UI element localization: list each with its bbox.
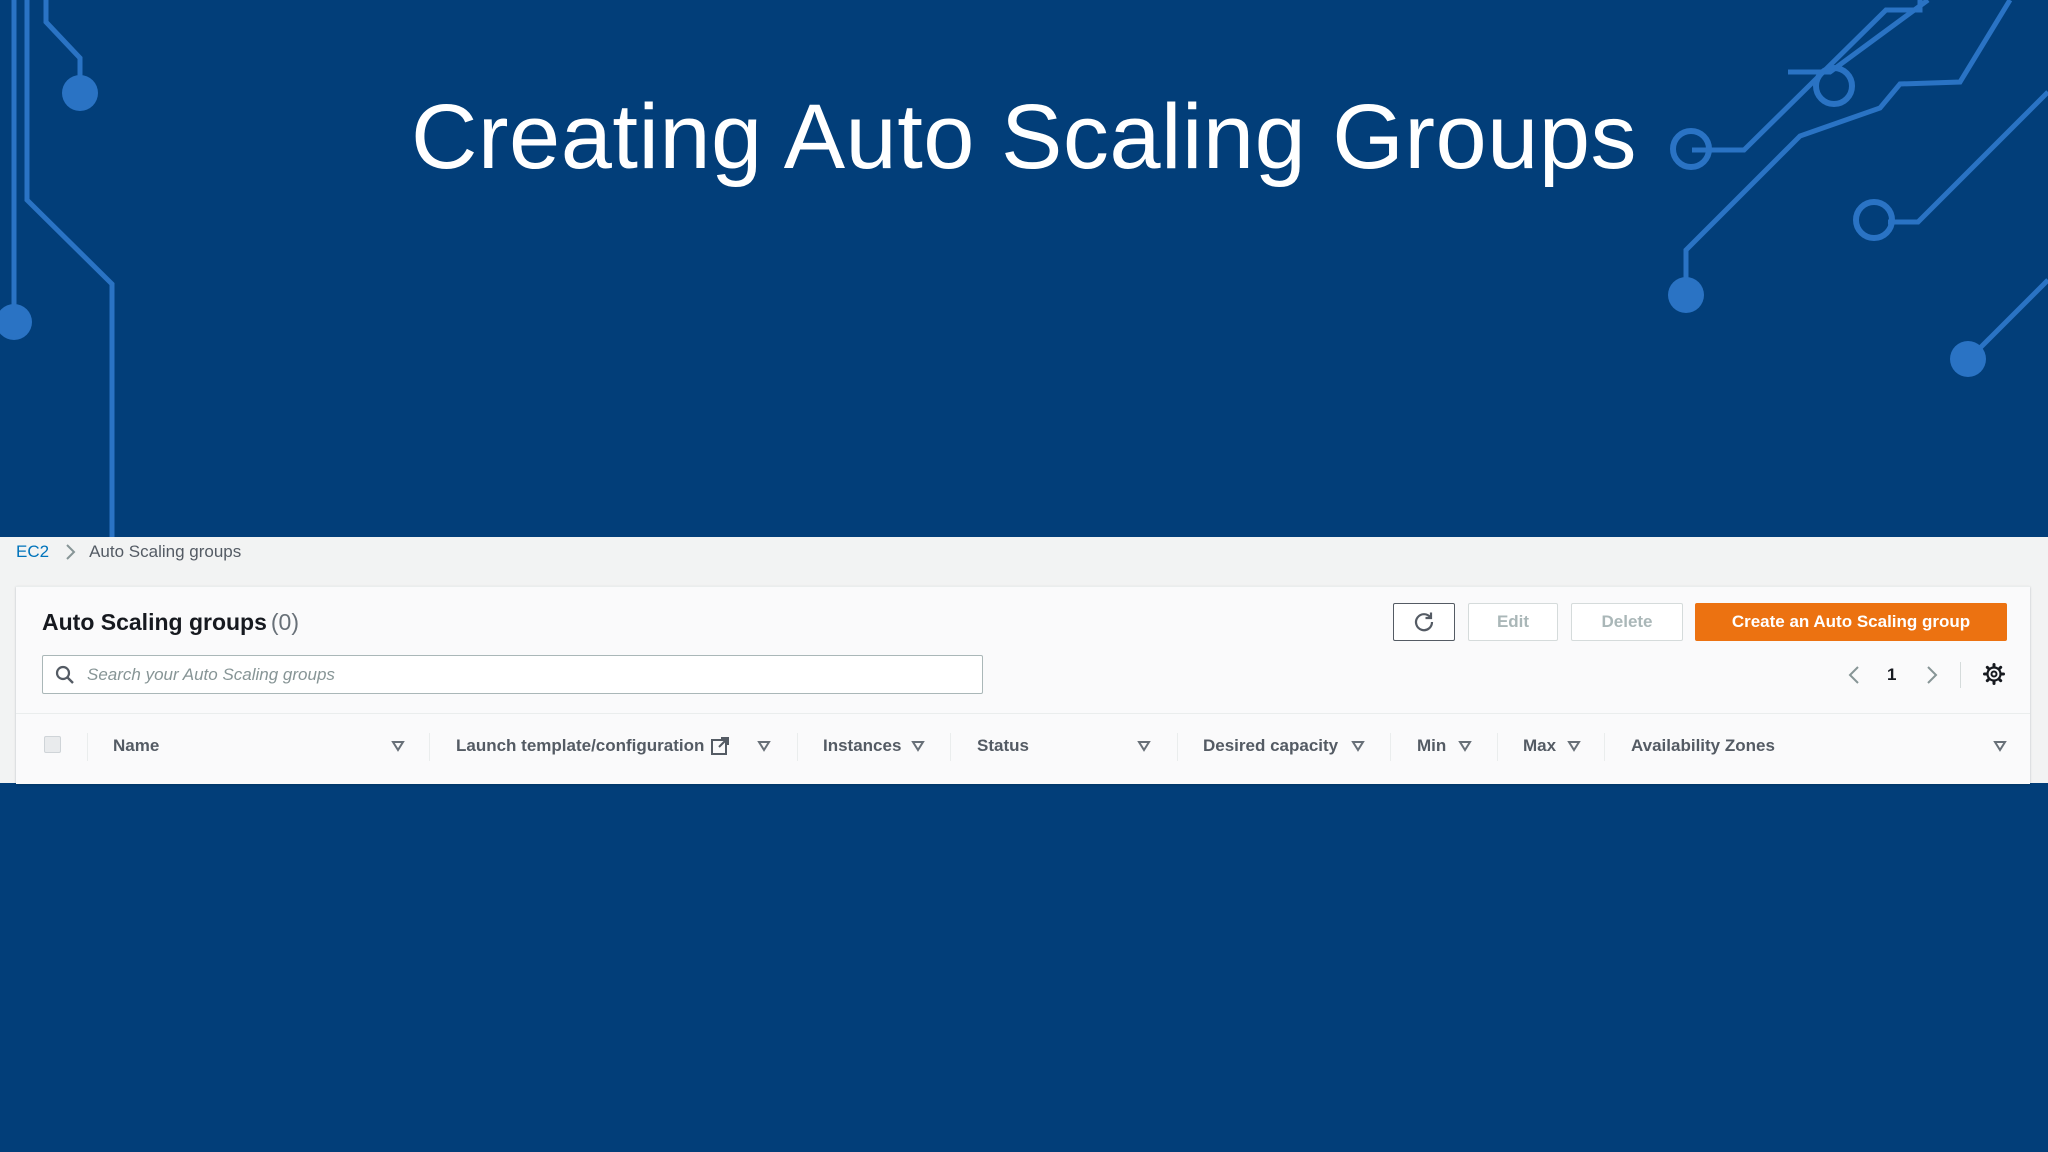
column-divider [1177,733,1178,761]
column-divider [87,733,88,761]
breadcrumb: EC2 Auto Scaling groups [16,542,241,562]
column-label: Status [977,736,1029,755]
gear-icon [1982,662,2006,686]
breadcrumb-link-ec2[interactable]: EC2 [16,542,49,562]
page-number[interactable]: 1 [1887,660,1896,690]
column-label: Max [1523,736,1557,755]
previous-page-button[interactable] [1847,660,1861,690]
column-header-availability-zones[interactable]: Availability Zones [1631,733,2011,759]
column-label: Name [113,736,160,755]
column-divider [1390,733,1391,761]
column-divider [429,733,430,761]
sort-caret-icon [1993,740,2007,752]
groups-count: (0) [270,609,300,635]
panel-title-text: Auto Scaling groups [42,609,267,635]
sort-caret-icon [1567,740,1581,752]
slide-title: Creating Auto Scaling Groups [410,86,1638,188]
sort-caret-icon [1458,740,1472,752]
chevron-right-icon [65,543,77,561]
delete-button[interactable]: Delete [1571,603,1683,641]
chevron-right-icon [1925,664,1939,686]
pagination-divider [1960,662,1961,688]
column-divider [1497,733,1498,761]
create-auto-scaling-group-button[interactable]: Create an Auto Scaling group [1695,603,2007,641]
refresh-button[interactable] [1393,603,1455,641]
column-divider [797,733,798,761]
column-divider [1604,733,1605,761]
sort-caret-icon [391,740,405,752]
column-header-max[interactable]: Max [1523,733,1583,759]
column-header-desired-capacity[interactable]: Desired capacity [1203,733,1373,759]
breadcrumb-current: Auto Scaling groups [89,542,242,561]
edit-button[interactable]: Edit [1468,603,1558,641]
select-all-checkbox[interactable] [44,736,61,753]
refresh-icon [1413,611,1435,633]
column-header-launch-template[interactable]: Launch template/configuration [456,733,776,759]
column-label: Instances [823,736,902,755]
table-settings-button[interactable] [1982,662,2006,686]
search-field [42,655,983,694]
column-header-name[interactable]: Name [113,733,405,759]
sort-caret-icon [757,740,771,752]
column-header-status[interactable]: Status [977,733,1157,759]
panel-title: Auto Scaling groups (0) [42,609,299,636]
sort-caret-icon [1137,740,1151,752]
column-label: Min [1417,736,1447,755]
column-header-instances[interactable]: Instances [823,733,933,759]
column-label: Availability Zones [1631,736,1775,755]
column-label: Desired capacity [1203,736,1339,755]
search-input[interactable] [85,663,982,686]
column-divider [950,733,951,761]
column-header-min[interactable]: Min [1417,733,1477,759]
next-page-button[interactable] [1925,660,1939,690]
external-link-icon [710,736,730,756]
chevron-left-icon [1847,664,1861,686]
sort-caret-icon [911,740,925,752]
sort-caret-icon [1351,740,1365,752]
search-icon [55,665,75,685]
column-label: Launch template/configuration [456,736,705,755]
